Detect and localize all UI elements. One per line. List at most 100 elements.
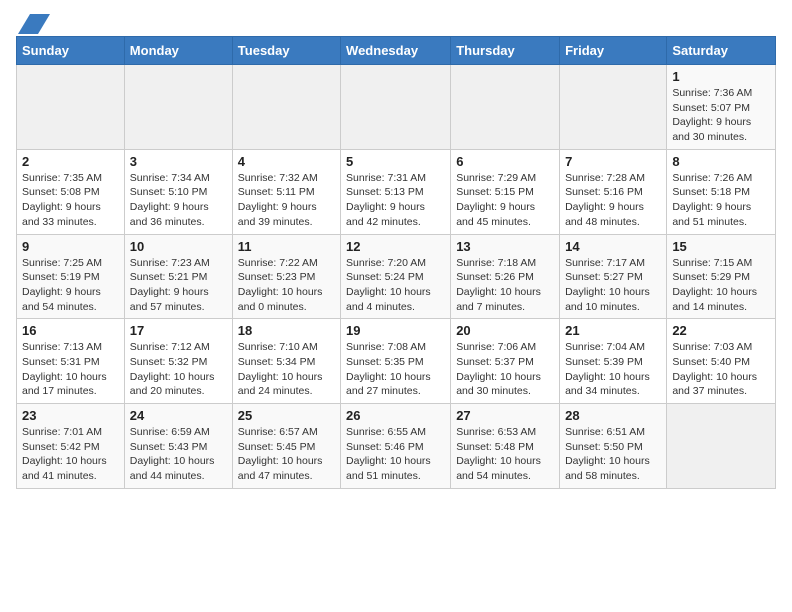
day-number: 26 (346, 408, 445, 423)
day-number: 21 (565, 323, 661, 338)
calendar-cell: 9 Sunrise: 7:25 AM Sunset: 5:19 PM Daylig… (17, 234, 125, 319)
day-number: 13 (456, 239, 554, 254)
day-number: 25 (238, 408, 335, 423)
day-info: Sunrise: 7:03 AM Sunset: 5:40 PM Dayligh… (672, 340, 770, 399)
calendar-cell: 14 Sunrise: 7:17 AM Sunset: 5:27 PM Dayli… (560, 234, 667, 319)
day-number: 16 (22, 323, 119, 338)
calendar-cell: 28 Sunrise: 6:51 AM Sunset: 5:50 PM Dayli… (560, 404, 667, 489)
weekday-header-tuesday: Tuesday (232, 37, 340, 65)
calendar-cell: 6 Sunrise: 7:29 AM Sunset: 5:15 PM Daylig… (451, 149, 560, 234)
calendar-week-3: 9 Sunrise: 7:25 AM Sunset: 5:19 PM Daylig… (17, 234, 776, 319)
day-info: Sunrise: 7:26 AM Sunset: 5:18 PM Dayligh… (672, 171, 770, 230)
calendar-cell: 26 Sunrise: 6:55 AM Sunset: 5:46 PM Dayli… (341, 404, 451, 489)
calendar-table: SundayMondayTuesdayWednesdayThursdayFrid… (16, 36, 776, 489)
calendar-week-4: 16 Sunrise: 7:13 AM Sunset: 5:31 PM Dayli… (17, 319, 776, 404)
calendar-week-2: 2 Sunrise: 7:35 AM Sunset: 5:08 PM Daylig… (17, 149, 776, 234)
day-info: Sunrise: 7:36 AM Sunset: 5:07 PM Dayligh… (672, 86, 770, 145)
calendar-cell (451, 65, 560, 150)
calendar-cell (341, 65, 451, 150)
day-number: 19 (346, 323, 445, 338)
day-number: 6 (456, 154, 554, 169)
day-number: 28 (565, 408, 661, 423)
weekday-header-sunday: Sunday (17, 37, 125, 65)
day-info: Sunrise: 7:15 AM Sunset: 5:29 PM Dayligh… (672, 256, 770, 315)
day-number: 7 (565, 154, 661, 169)
page-header (16, 16, 776, 28)
day-number: 24 (130, 408, 227, 423)
day-number: 1 (672, 69, 770, 84)
day-number: 9 (22, 239, 119, 254)
day-info: Sunrise: 7:23 AM Sunset: 5:21 PM Dayligh… (130, 256, 227, 315)
day-info: Sunrise: 7:28 AM Sunset: 5:16 PM Dayligh… (565, 171, 661, 230)
day-number: 11 (238, 239, 335, 254)
day-number: 3 (130, 154, 227, 169)
calendar-cell (17, 65, 125, 150)
day-number: 10 (130, 239, 227, 254)
weekday-header-friday: Friday (560, 37, 667, 65)
day-number: 18 (238, 323, 335, 338)
calendar-cell: 17 Sunrise: 7:12 AM Sunset: 5:32 PM Dayli… (124, 319, 232, 404)
calendar-cell: 27Sunrise: 6:53 AM Sunset: 5:48 PM Dayli… (451, 404, 560, 489)
weekday-header-row: SundayMondayTuesdayWednesdayThursdayFrid… (17, 37, 776, 65)
day-number: 15 (672, 239, 770, 254)
calendar-week-1: 1 Sunrise: 7:36 AM Sunset: 5:07 PM Daylig… (17, 65, 776, 150)
logo (16, 16, 50, 28)
day-info: Sunrise: 6:53 AM Sunset: 5:48 PM Dayligh… (456, 425, 554, 484)
calendar-cell: 22 Sunrise: 7:03 AM Sunset: 5:40 PM Dayli… (667, 319, 776, 404)
calendar-cell: 18 Sunrise: 7:10 AM Sunset: 5:34 PM Dayli… (232, 319, 340, 404)
calendar-cell (560, 65, 667, 150)
weekday-header-thursday: Thursday (451, 37, 560, 65)
calendar-cell: 20Sunrise: 7:06 AM Sunset: 5:37 PM Dayli… (451, 319, 560, 404)
day-info: Sunrise: 7:31 AM Sunset: 5:13 PM Dayligh… (346, 171, 445, 230)
calendar-cell: 19 Sunrise: 7:08 AM Sunset: 5:35 PM Dayli… (341, 319, 451, 404)
calendar-cell: 3 Sunrise: 7:34 AM Sunset: 5:10 PM Daylig… (124, 149, 232, 234)
day-number: 8 (672, 154, 770, 169)
calendar-cell: 10 Sunrise: 7:23 AM Sunset: 5:21 PM Dayli… (124, 234, 232, 319)
day-info: Sunrise: 7:08 AM Sunset: 5:35 PM Dayligh… (346, 340, 445, 399)
calendar-cell: 7 Sunrise: 7:28 AM Sunset: 5:16 PM Daylig… (560, 149, 667, 234)
day-info: Sunrise: 7:12 AM Sunset: 5:32 PM Dayligh… (130, 340, 227, 399)
weekday-header-saturday: Saturday (667, 37, 776, 65)
day-info: Sunrise: 6:55 AM Sunset: 5:46 PM Dayligh… (346, 425, 445, 484)
calendar-cell: 21 Sunrise: 7:04 AM Sunset: 5:39 PM Dayli… (560, 319, 667, 404)
day-info: Sunrise: 7:13 AM Sunset: 5:31 PM Dayligh… (22, 340, 119, 399)
calendar-cell (124, 65, 232, 150)
day-info: Sunrise: 7:01 AM Sunset: 5:42 PM Dayligh… (22, 425, 119, 484)
calendar-cell: 2 Sunrise: 7:35 AM Sunset: 5:08 PM Daylig… (17, 149, 125, 234)
day-info: Sunrise: 7:22 AM Sunset: 5:23 PM Dayligh… (238, 256, 335, 315)
calendar-cell: 4Sunrise: 7:32 AM Sunset: 5:11 PM Daylig… (232, 149, 340, 234)
day-number: 12 (346, 239, 445, 254)
day-info: Sunrise: 6:51 AM Sunset: 5:50 PM Dayligh… (565, 425, 661, 484)
day-info: Sunrise: 7:04 AM Sunset: 5:39 PM Dayligh… (565, 340, 661, 399)
calendar-cell: 1 Sunrise: 7:36 AM Sunset: 5:07 PM Daylig… (667, 65, 776, 150)
day-info: Sunrise: 7:17 AM Sunset: 5:27 PM Dayligh… (565, 256, 661, 315)
day-info: Sunrise: 7:35 AM Sunset: 5:08 PM Dayligh… (22, 171, 119, 230)
day-info: Sunrise: 7:20 AM Sunset: 5:24 PM Dayligh… (346, 256, 445, 315)
day-number: 2 (22, 154, 119, 169)
day-number: 5 (346, 154, 445, 169)
calendar-cell: 11 Sunrise: 7:22 AM Sunset: 5:23 PM Dayli… (232, 234, 340, 319)
day-number: 17 (130, 323, 227, 338)
calendar-cell: 24 Sunrise: 6:59 AM Sunset: 5:43 PM Dayli… (124, 404, 232, 489)
weekday-header-monday: Monday (124, 37, 232, 65)
calendar-week-5: 23Sunrise: 7:01 AM Sunset: 5:42 PM Dayli… (17, 404, 776, 489)
day-info: Sunrise: 6:59 AM Sunset: 5:43 PM Dayligh… (130, 425, 227, 484)
calendar-cell: 25 Sunrise: 6:57 AM Sunset: 5:45 PM Dayli… (232, 404, 340, 489)
day-info: Sunrise: 7:29 AM Sunset: 5:15 PM Dayligh… (456, 171, 554, 230)
day-info: Sunrise: 7:25 AM Sunset: 5:19 PM Dayligh… (22, 256, 119, 315)
day-info: Sunrise: 7:10 AM Sunset: 5:34 PM Dayligh… (238, 340, 335, 399)
day-info: Sunrise: 7:18 AM Sunset: 5:26 PM Dayligh… (456, 256, 554, 315)
day-info: Sunrise: 6:57 AM Sunset: 5:45 PM Dayligh… (238, 425, 335, 484)
day-info: Sunrise: 7:34 AM Sunset: 5:10 PM Dayligh… (130, 171, 227, 230)
calendar-cell: 23Sunrise: 7:01 AM Sunset: 5:42 PM Dayli… (17, 404, 125, 489)
calendar-cell (667, 404, 776, 489)
day-info: Sunrise: 7:32 AM Sunset: 5:11 PM Dayligh… (238, 171, 335, 230)
day-info: Sunrise: 7:06 AM Sunset: 5:37 PM Dayligh… (456, 340, 554, 399)
calendar-cell: 15 Sunrise: 7:15 AM Sunset: 5:29 PM Dayli… (667, 234, 776, 319)
calendar-cell: 16 Sunrise: 7:13 AM Sunset: 5:31 PM Dayli… (17, 319, 125, 404)
calendar-cell: 13 Sunrise: 7:18 AM Sunset: 5:26 PM Dayli… (451, 234, 560, 319)
logo-icon (18, 14, 50, 34)
calendar-cell: 8 Sunrise: 7:26 AM Sunset: 5:18 PM Daylig… (667, 149, 776, 234)
day-number: 14 (565, 239, 661, 254)
day-number: 22 (672, 323, 770, 338)
